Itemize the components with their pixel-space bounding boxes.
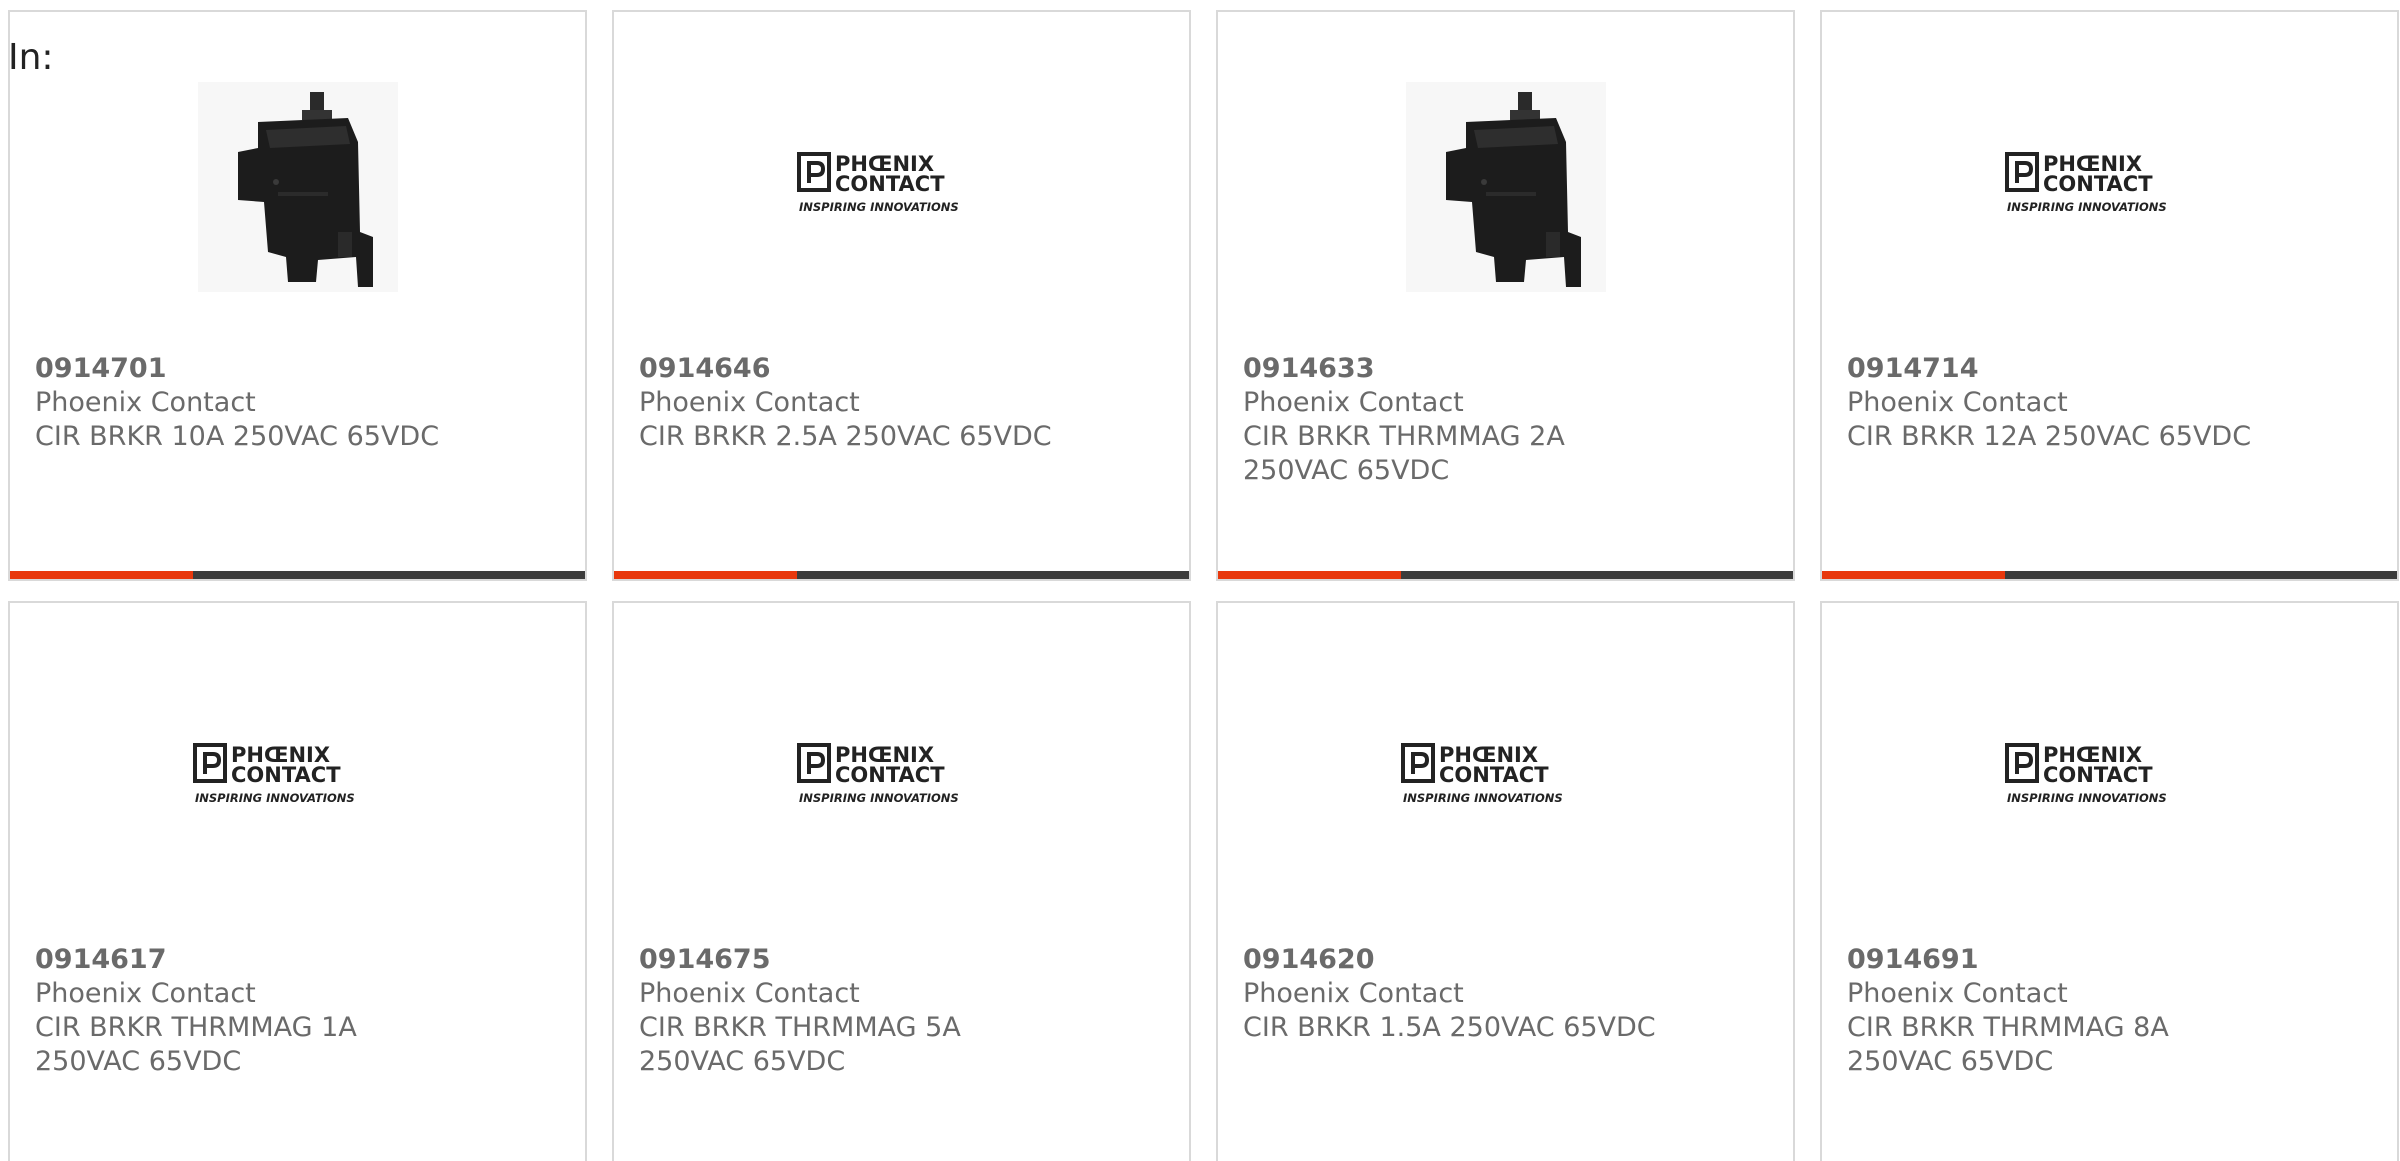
product-info: 0914714 Phoenix Contact CIR BRKR 12A 250… bbox=[1847, 352, 2277, 454]
product-description: CIR BRKR 12A 250VAC 65VDC bbox=[1847, 421, 2252, 452]
card-accent-bar bbox=[1822, 571, 2397, 579]
product-info: 0914633 Phoenix Contact CIR BRKR THRMMAG… bbox=[1243, 352, 1673, 488]
product-manufacturer: Phoenix Contact bbox=[1243, 387, 1464, 418]
product-image: PHŒNIX CONTACT INSPIRING INNOVATIONS bbox=[1822, 663, 2397, 893]
circuit-breaker-photo bbox=[1405, 82, 1606, 292]
logo-line-2: CONTACT bbox=[835, 763, 945, 787]
card-accent-bar-highlight bbox=[1218, 571, 1401, 579]
card-accent-bar-track bbox=[2005, 571, 2397, 579]
card-accent-bar-highlight bbox=[10, 571, 193, 579]
product-grid: 0914701 Phoenix Contact CIR BRKR 10A 250… bbox=[8, 10, 2399, 1161]
product-part-number[interactable]: 0914646 bbox=[639, 352, 1069, 386]
phoenix-contact-logo: PHŒNIX CONTACT INSPIRING INNOVATIONS bbox=[796, 151, 1007, 223]
product-image: PHŒNIX CONTACT INSPIRING INNOVATIONS bbox=[1218, 663, 1793, 893]
logo-tagline: INSPIRING INNOVATIONS bbox=[195, 791, 355, 805]
product-info: 0914620 Phoenix Contact CIR BRKR 1.5A 25… bbox=[1243, 943, 1673, 1045]
product-part-number[interactable]: 0914675 bbox=[639, 943, 1069, 977]
product-manufacturer: Phoenix Contact bbox=[1847, 387, 2068, 418]
logo-line-2: CONTACT bbox=[231, 763, 341, 787]
product-info: 0914617 Phoenix Contact CIR BRKR THRMMAG… bbox=[35, 943, 465, 1079]
product-card[interactable]: PHŒNIX CONTACT INSPIRING INNOVATIONS 09147… bbox=[1820, 10, 2399, 581]
product-manufacturer: Phoenix Contact bbox=[639, 387, 860, 418]
product-part-number[interactable]: 0914691 bbox=[1847, 943, 2277, 977]
product-info: 0914646 Phoenix Contact CIR BRKR 2.5A 25… bbox=[639, 352, 1069, 454]
product-image: PHŒNIX CONTACT INSPIRING INNOVATIONS bbox=[1822, 72, 2397, 302]
logo-line-2: CONTACT bbox=[2043, 172, 2153, 196]
logo-tagline: INSPIRING INNOVATIONS bbox=[2007, 200, 2167, 214]
product-description: CIR BRKR THRMMAG 2A 250VAC 65VDC bbox=[1243, 421, 1565, 486]
logo-tagline: INSPIRING INNOVATIONS bbox=[1403, 791, 1563, 805]
product-image bbox=[1218, 72, 1793, 302]
product-description: CIR BRKR 10A 250VAC 65VDC bbox=[35, 421, 440, 452]
product-part-number[interactable]: 0914714 bbox=[1847, 352, 2277, 386]
product-info: 0914701 Phoenix Contact CIR BRKR 10A 250… bbox=[35, 352, 465, 454]
product-card[interactable]: PHŒNIX CONTACT INSPIRING INNOVATIONS 09146… bbox=[1820, 601, 2399, 1161]
product-manufacturer: Phoenix Contact bbox=[35, 978, 256, 1009]
product-card[interactable]: 0914701 Phoenix Contact CIR BRKR 10A 250… bbox=[8, 10, 587, 581]
product-card[interactable]: PHŒNIX CONTACT INSPIRING INNOVATIONS 09146… bbox=[8, 601, 587, 1161]
card-accent-bar-highlight bbox=[614, 571, 797, 579]
logo-tagline: INSPIRING INNOVATIONS bbox=[799, 200, 959, 214]
card-accent-bar bbox=[614, 571, 1189, 579]
card-accent-bar bbox=[1218, 571, 1793, 579]
card-accent-bar-track bbox=[1401, 571, 1793, 579]
logo-line-2: CONTACT bbox=[835, 172, 945, 196]
product-card[interactable]: PHŒNIX CONTACT INSPIRING INNOVATIONS 09146… bbox=[612, 601, 1191, 1161]
product-description: CIR BRKR 1.5A 250VAC 65VDC bbox=[1243, 1012, 1656, 1043]
product-description: CIR BRKR 2.5A 250VAC 65VDC bbox=[639, 421, 1052, 452]
product-part-number[interactable]: 0914633 bbox=[1243, 352, 1673, 386]
product-part-number[interactable]: 0914617 bbox=[35, 943, 465, 977]
phoenix-contact-logo: PHŒNIX CONTACT INSPIRING INNOVATIONS bbox=[1400, 742, 1611, 814]
phoenix-contact-logo: PHŒNIX CONTACT INSPIRING INNOVATIONS bbox=[192, 742, 403, 814]
logo-tagline: INSPIRING INNOVATIONS bbox=[2007, 791, 2167, 805]
product-part-number[interactable]: 0914701 bbox=[35, 352, 465, 386]
product-manufacturer: Phoenix Contact bbox=[639, 978, 860, 1009]
product-image: PHŒNIX CONTACT INSPIRING INNOVATIONS bbox=[614, 663, 1189, 893]
card-accent-bar-track bbox=[797, 571, 1189, 579]
product-image: PHŒNIX CONTACT INSPIRING INNOVATIONS bbox=[10, 663, 585, 893]
product-description: CIR BRKR THRMMAG 5A 250VAC 65VDC bbox=[639, 1012, 961, 1077]
logo-line-2: CONTACT bbox=[1439, 763, 1549, 787]
logo-tagline: INSPIRING INNOVATIONS bbox=[799, 791, 959, 805]
phoenix-contact-logo: PHŒNIX CONTACT INSPIRING INNOVATIONS bbox=[796, 742, 1007, 814]
product-image: PHŒNIX CONTACT INSPIRING INNOVATIONS bbox=[614, 72, 1189, 302]
product-card[interactable]: PHŒNIX CONTACT INSPIRING INNOVATIONS 09146… bbox=[612, 10, 1191, 581]
phoenix-contact-logo: PHŒNIX CONTACT INSPIRING INNOVATIONS bbox=[2004, 151, 2215, 223]
card-accent-bar-highlight bbox=[1822, 571, 2005, 579]
product-manufacturer: Phoenix Contact bbox=[1243, 978, 1464, 1009]
product-description: CIR BRKR THRMMAG 8A 250VAC 65VDC bbox=[1847, 1012, 2169, 1077]
product-part-number[interactable]: 0914620 bbox=[1243, 943, 1673, 977]
product-image bbox=[10, 72, 585, 302]
logo-line-2: CONTACT bbox=[2043, 763, 2153, 787]
product-card[interactable]: PHŒNIX CONTACT INSPIRING INNOVATIONS 09146… bbox=[1216, 601, 1795, 1161]
product-info: 0914691 Phoenix Contact CIR BRKR THRMMAG… bbox=[1847, 943, 2277, 1079]
product-description: CIR BRKR THRMMAG 1A 250VAC 65VDC bbox=[35, 1012, 357, 1077]
circuit-breaker-photo bbox=[197, 82, 398, 292]
filter-in-label: In: bbox=[8, 37, 54, 78]
product-card[interactable]: 0914633 Phoenix Contact CIR BRKR THRMMAG… bbox=[1216, 10, 1795, 581]
product-manufacturer: Phoenix Contact bbox=[1847, 978, 2068, 1009]
card-accent-bar-track bbox=[193, 571, 585, 579]
card-accent-bar bbox=[10, 571, 585, 579]
phoenix-contact-logo: PHŒNIX CONTACT INSPIRING INNOVATIONS bbox=[2004, 742, 2215, 814]
product-results-page: In: 0914701 Phoenix Contact CIR BRKR 10A… bbox=[0, 0, 2400, 1161]
product-manufacturer: Phoenix Contact bbox=[35, 387, 256, 418]
product-info: 0914675 Phoenix Contact CIR BRKR THRMMAG… bbox=[639, 943, 1069, 1079]
